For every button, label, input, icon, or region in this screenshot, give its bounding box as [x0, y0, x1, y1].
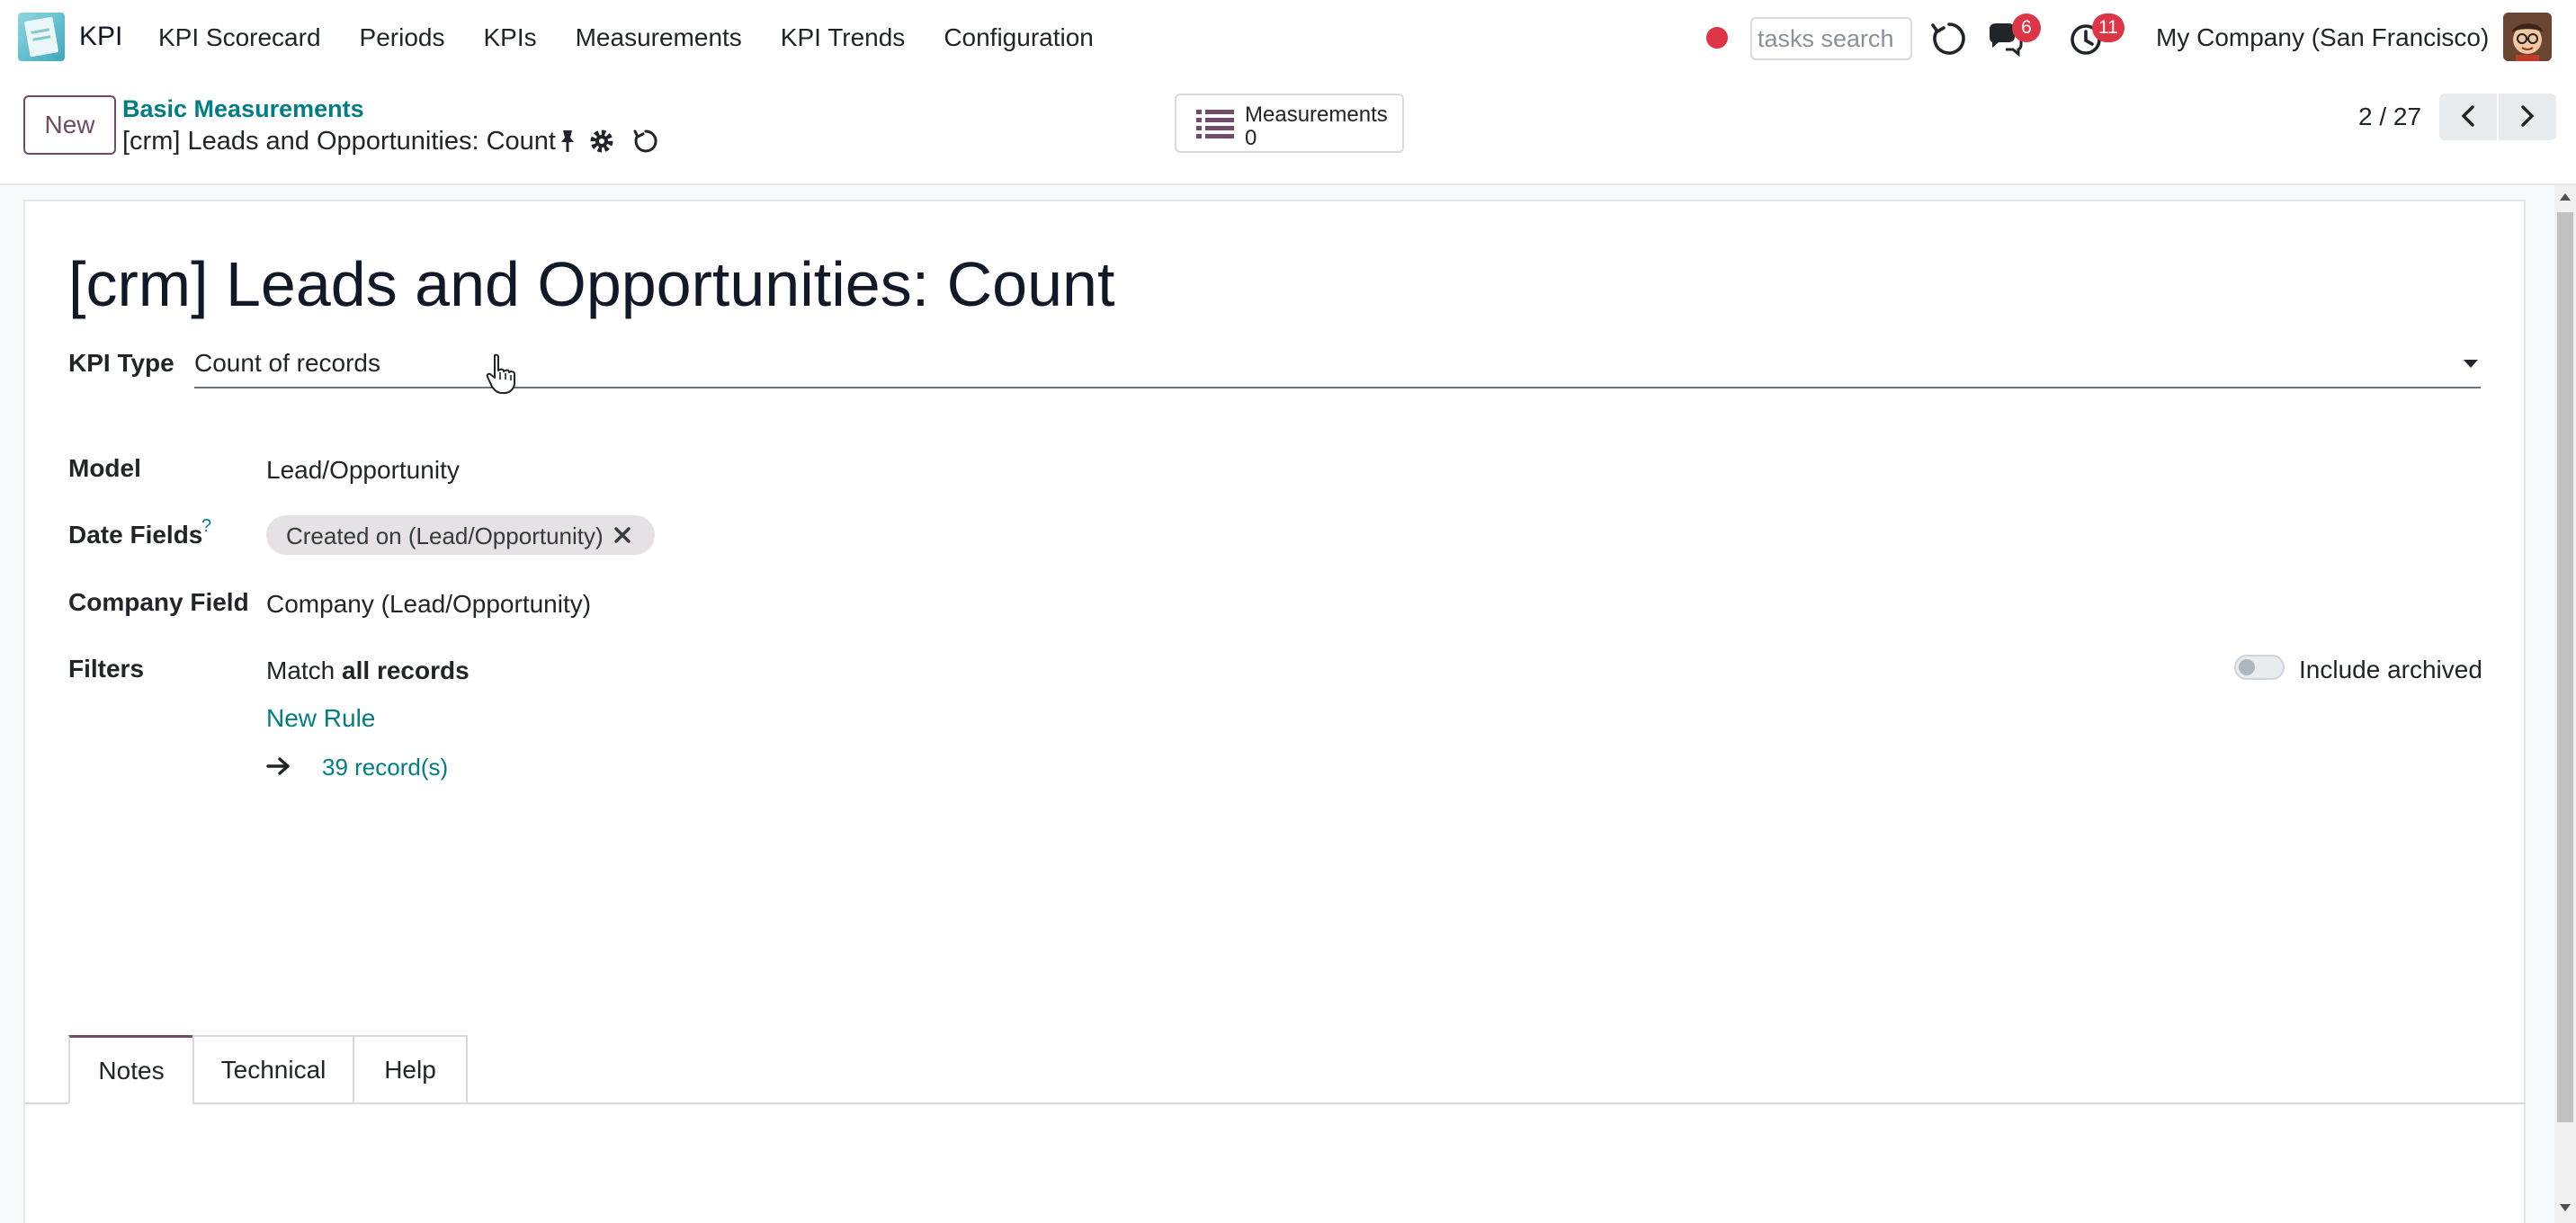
gear-icon[interactable] [588, 128, 615, 155]
pager-value[interactable]: 2 / 27 [2358, 103, 2421, 131]
date-field-tag: Created on (Lead/Opportunity) [266, 515, 655, 555]
pager-next-button[interactable] [2499, 94, 2556, 140]
new-button[interactable]: New [23, 95, 116, 155]
filters-label: Filters [68, 655, 145, 683]
include-archived-toggle[interactable] [2234, 655, 2285, 680]
activities-badge: 11 [2092, 13, 2124, 42]
pager-previous-button[interactable] [2439, 94, 2497, 140]
date-fields-label: Date Fields [68, 521, 203, 549]
hand-cursor-icon [486, 353, 515, 394]
top-navbar: KPI KPI Scorecard Periods KPIs Measureme… [0, 0, 2576, 77]
arrow-right-icon [266, 757, 290, 775]
smart-button-label: Measurements [1245, 103, 1388, 127]
caret-down-icon [2464, 360, 2478, 368]
filters-match: Match all records [266, 656, 470, 685]
measurements-smart-button[interactable]: Measurements 0 [1175, 94, 1404, 153]
tasks-search-input[interactable] [1750, 17, 1912, 60]
user-avatar[interactable] [2503, 13, 2552, 61]
kpi-type-label: KPI Type [68, 349, 174, 377]
close-icon[interactable] [612, 524, 633, 546]
record-title[interactable]: [crm] Leads and Opportunities: Count [68, 248, 1114, 320]
tab-notes[interactable]: Notes [68, 1035, 194, 1104]
tab-technical[interactable]: Technical [192, 1035, 354, 1104]
company-field-label: Company Field [68, 588, 249, 616]
kpi-type-select[interactable]: Count of records [194, 345, 2481, 388]
menu-item-periods[interactable]: Periods [360, 23, 445, 52]
menu-item-configuration[interactable]: Configuration [944, 23, 1094, 52]
new-rule-link[interactable]: New Rule [266, 704, 375, 733]
refresh-chat-icon[interactable] [1930, 20, 1968, 58]
smart-button-value: 0 [1245, 126, 1257, 150]
menu-item-kpis[interactable]: KPIs [483, 23, 536, 52]
date-field-tag-label: Created on (Lead/Opportunity) [286, 522, 604, 549]
avatar-face-icon [2503, 13, 2552, 61]
discard-changes-icon[interactable] [632, 128, 659, 155]
scroll-down-icon[interactable] [2558, 1201, 2572, 1214]
chevron-right-icon [2521, 104, 2535, 127]
menu-item-kpi-scorecard[interactable]: KPI Scorecard [158, 23, 321, 52]
chevron-left-icon [2461, 104, 2474, 127]
company-field-value[interactable]: Company (Lead/Opportunity) [266, 590, 591, 619]
recording-indicator-icon[interactable] [1706, 27, 1728, 49]
list-icon [1196, 110, 1234, 138]
scroll-up-icon[interactable] [2558, 191, 2572, 203]
app-logo-icon[interactable] [18, 13, 65, 61]
breadcrumb-parent-link[interactable]: Basic Measurements [122, 95, 364, 123]
messages-badge: 6 [2012, 13, 2041, 42]
app-name[interactable]: KPI [79, 22, 122, 52]
menu-item-kpi-trends[interactable]: KPI Trends [781, 23, 906, 52]
filters-match-prefix: Match [266, 656, 335, 684]
date-fields-help-icon[interactable]: ? [201, 516, 211, 537]
breadcrumb-current: [crm] Leads and Opportunities: Count [122, 127, 556, 156]
scrollbar-thumb[interactable] [2557, 212, 2573, 1122]
filters-match-value[interactable]: all records [342, 656, 470, 684]
model-label: Model [68, 454, 141, 482]
menu-item-measurements[interactable]: Measurements [576, 23, 742, 52]
control-panel: New Basic Measurements [crm] Leads and O… [0, 77, 2576, 185]
company-switcher[interactable]: My Company (San Francisco) [2156, 23, 2489, 52]
main-menu: KPI Scorecard Periods KPIs Measurements … [158, 23, 1094, 52]
records-count-link[interactable]: 39 record(s) [322, 754, 448, 781]
include-archived-label[interactable]: Include archived [2299, 656, 2482, 684]
tab-help[interactable]: Help [353, 1035, 468, 1104]
kpi-type-value: Count of records [194, 349, 380, 377]
pin-icon[interactable] [554, 128, 581, 155]
model-value[interactable]: Lead/Opportunity [266, 456, 460, 485]
